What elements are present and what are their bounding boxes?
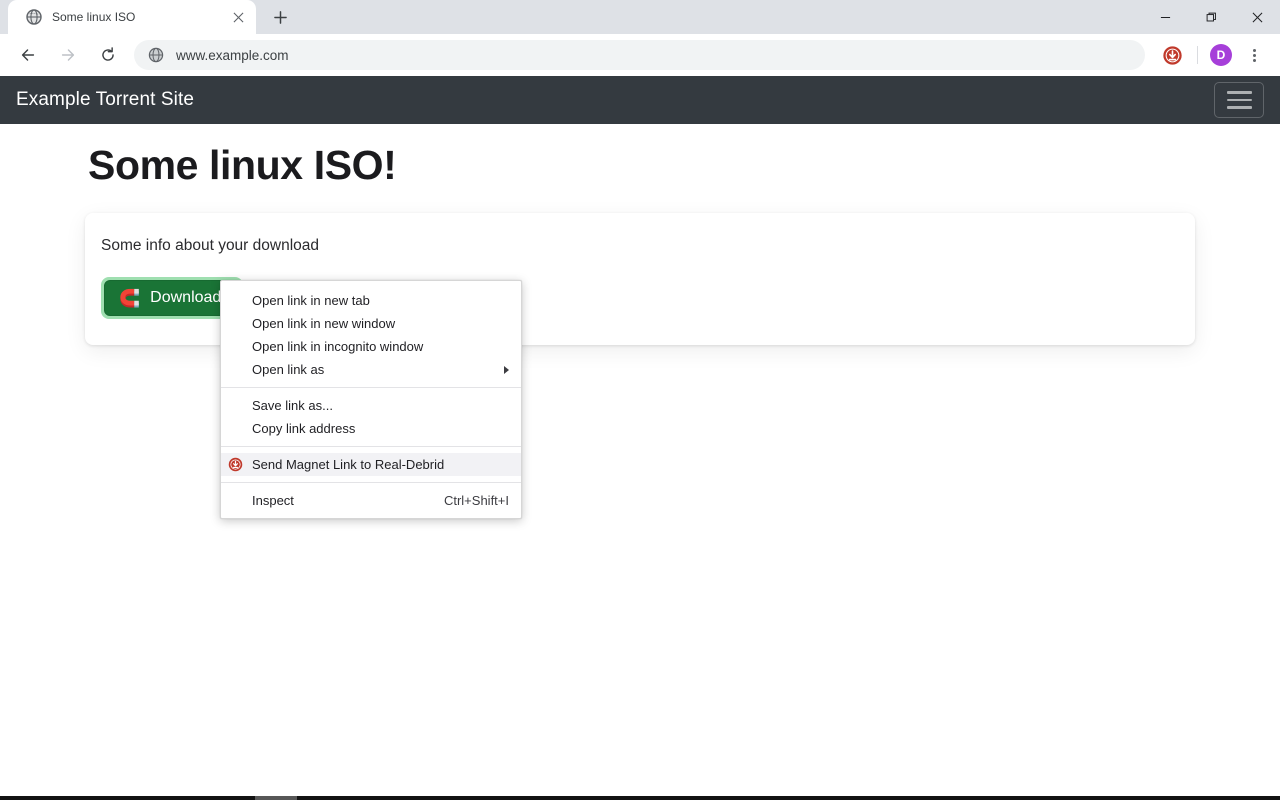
context-menu-item[interactable]: Open link in new window — [221, 312, 521, 335]
browser-window: Some linux ISO — [0, 0, 1280, 800]
context-menu-item-label: Copy link address — [252, 421, 509, 436]
minimize-icon[interactable] — [1142, 0, 1188, 34]
browser-tab[interactable]: Some linux ISO — [8, 0, 256, 34]
context-menu-separator — [221, 387, 521, 388]
context-menu-item[interactable]: Open link in new tab — [221, 289, 521, 312]
context-menu-item[interactable]: Copy link address — [221, 417, 521, 440]
context-menu-item-label: Send Magnet Link to Real-Debrid — [252, 457, 509, 472]
taskbar-strip-highlight — [255, 796, 297, 800]
tab-strip: Some linux ISO — [0, 0, 1280, 34]
address-bar-url: www.example.com — [176, 48, 289, 63]
site-navbar: Example Torrent Site — [0, 76, 1280, 124]
context-menu-item[interactable]: Save link as... — [221, 394, 521, 417]
toolbar-divider — [1197, 46, 1198, 64]
taskbar-strip — [0, 796, 1280, 800]
context-menu-item[interactable]: Open link in incognito window — [221, 335, 521, 358]
tab-title: Some linux ISO — [52, 10, 228, 24]
real-debrid-icon — [228, 457, 244, 473]
context-menu-item-label: Inspect — [252, 493, 426, 508]
forward-arrow-icon — [52, 39, 84, 71]
reload-icon[interactable] — [92, 39, 124, 71]
address-bar[interactable]: www.example.com — [134, 40, 1145, 70]
globe-icon — [148, 47, 164, 63]
context-menu-item[interactable]: Open link as — [221, 358, 521, 381]
new-tab-button[interactable] — [266, 3, 294, 31]
context-menu-item[interactable]: Send Magnet Link to Real-Debrid — [221, 453, 521, 476]
page-title: Some linux ISO! — [88, 142, 1280, 189]
globe-icon — [26, 9, 42, 25]
hamburger-icon[interactable] — [1214, 82, 1264, 118]
context-menu: Open link in new tab Open link in new win… — [220, 280, 522, 519]
browser-toolbar: www.example.com D — [0, 34, 1280, 76]
window-close-icon[interactable] — [1234, 0, 1280, 34]
context-menu-item-label: Open link in new tab — [252, 293, 509, 308]
page-viewport: Example Torrent Site Some linux ISO! Som… — [0, 76, 1280, 800]
download-info-text: Some info about your download — [101, 237, 1179, 255]
context-menu-item-label: Open link in incognito window — [252, 339, 509, 354]
back-arrow-icon[interactable] — [12, 39, 44, 71]
maximize-icon[interactable] — [1188, 0, 1234, 34]
context-menu-separator — [221, 482, 521, 483]
three-dots-icon[interactable] — [1240, 41, 1268, 69]
context-menu-separator — [221, 446, 521, 447]
context-menu-item-shortcut: Ctrl+Shift+I — [426, 493, 509, 508]
window-controls — [1142, 0, 1280, 34]
page-body: Some linux ISO! Some info about your dow… — [0, 124, 1280, 345]
magnet-icon: 🧲 — [119, 290, 140, 307]
submenu-arrow-icon — [504, 366, 509, 374]
context-menu-item[interactable]: InspectCtrl+Shift+I — [221, 489, 521, 512]
real-debrid-icon[interactable] — [1158, 41, 1186, 69]
profile-avatar[interactable]: D — [1210, 44, 1232, 66]
context-menu-item-label: Save link as... — [252, 398, 509, 413]
site-brand[interactable]: Example Torrent Site — [16, 89, 194, 111]
download-button-label: Download — [150, 289, 221, 307]
context-menu-item-label: Open link as — [252, 362, 496, 377]
tab-close-icon[interactable] — [228, 7, 248, 27]
context-menu-item-label: Open link in new window — [252, 316, 509, 331]
